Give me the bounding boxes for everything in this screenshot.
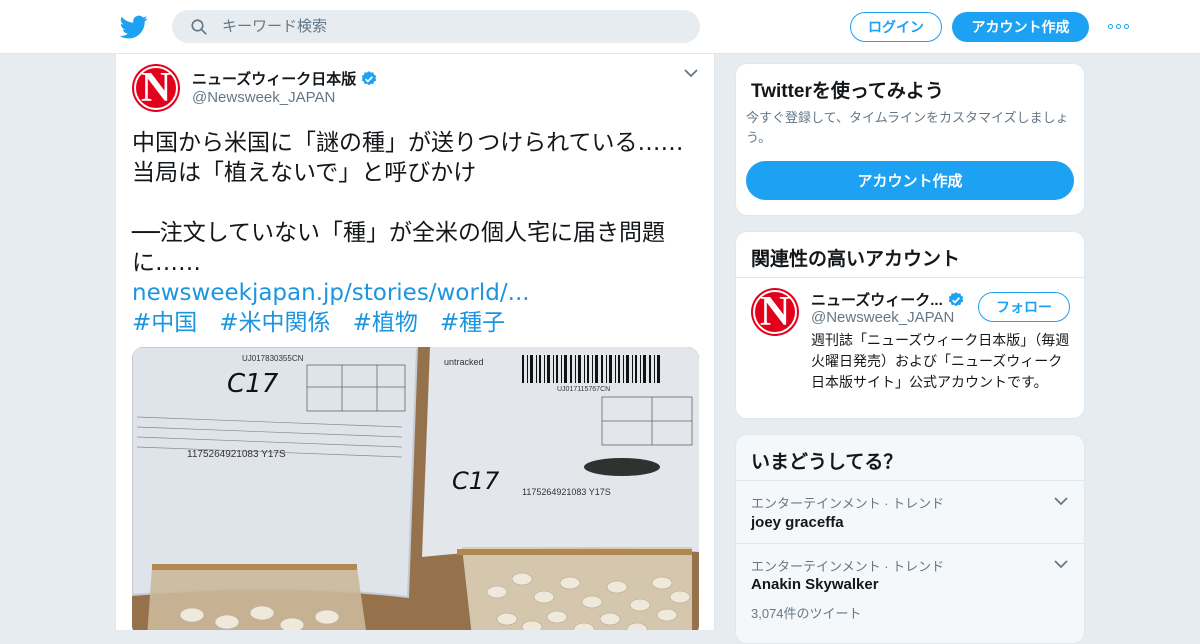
avatar[interactable]: N (751, 288, 799, 336)
relevant-accounts-card: 関連性の高いアカウント N ニューズウィーク... @Newsweek_JAPA… (735, 231, 1085, 419)
avatar[interactable]: N (132, 64, 180, 112)
account-name-text: ニューズウィーク... (811, 292, 943, 309)
account-bio: 週刊誌「ニューズウィーク日本版」（毎週火曜日発売）および「ニューズウィーク日本版… (811, 333, 1070, 391)
tweet-text-line: ──注文していない「種」が全米の個人宅に届き問題 (132, 220, 666, 246)
tweet-author-handle[interactable]: @Newsweek_JAPAN (192, 89, 335, 106)
card-title: いまどうしてる？ (751, 452, 903, 473)
verified-badge-icon (948, 291, 963, 306)
top-navigation-bar: ログイン アカウント作成 (0, 0, 1200, 54)
right-header: untracked (444, 357, 484, 367)
handwritten-label: C17 (227, 369, 279, 399)
tweet-text-line: 当局は「植えないで」と呼びかけ (132, 160, 477, 186)
tweet-card: N ニューズウィーク日本版 @Newsweek_JAPAN 中国から米国に「謎の… (115, 54, 715, 630)
twitter-bird-icon[interactable] (120, 13, 148, 41)
search-input[interactable] (222, 18, 682, 35)
login-button[interactable]: ログイン (850, 12, 942, 42)
card-title: 関連性の高いアカウント (751, 249, 961, 270)
seed-packets-photo: UJ017830355CN C17 1175264921083 Y17S unt… (132, 347, 699, 630)
more-dots-icon[interactable] (1108, 24, 1129, 29)
card-subtitle: 今すぐ登録して、タイムラインをカスタマイズしましょう。 (746, 110, 1069, 145)
hashtag[interactable]: #米中関係 (219, 308, 330, 338)
search-icon (191, 18, 207, 35)
right-tracking: UJ017115767CN (557, 386, 610, 393)
account-handle[interactable]: @Newsweek_JAPAN (811, 309, 954, 326)
tweet-text-line: に…… (132, 250, 201, 276)
follow-button[interactable]: フォロー (978, 292, 1070, 322)
hashtag-list: #中国 #米中関係 #植物 #種子 (132, 308, 702, 338)
divider (736, 277, 1084, 278)
verified-badge-icon (362, 70, 377, 85)
trend-name: joey graceffa (751, 514, 844, 531)
tweet-text: 中国から米国に「謎の種」が送りつけられている…… 当局は「植えないで」と呼びかけ… (132, 128, 702, 338)
signup-button[interactable]: アカウント作成 (952, 12, 1089, 42)
handwritten-label-right: C17 (452, 467, 500, 495)
barcode-number: 1175264921083 Y17S (187, 449, 286, 460)
trend-tweet-count: 3,074件のツイート (751, 606, 862, 621)
trend-item[interactable]: エンターテインメント · トレンド joey graceffa (736, 480, 1084, 543)
signup-prompt-card: Twitterを使ってみよう 今すぐ登録して、タイムラインをカスタマイズしましょ… (735, 63, 1085, 216)
trend-item[interactable]: エンターテインメント · トレンド Anakin Skywalker 3,074… (736, 543, 1084, 633)
account-name[interactable]: ニューズウィーク... (811, 289, 965, 310)
left-tracking: UJ017830355CN (242, 354, 304, 363)
chevron-down-icon[interactable] (1054, 496, 1068, 506)
tweet-text-line: 中国から米国に「謎の種」が送りつけられている…… (132, 130, 684, 156)
tweet-link[interactable]: newsweekjapan.jp/stories/world/... (132, 278, 702, 308)
chevron-down-icon[interactable] (1054, 559, 1068, 569)
barcode-number-right: 1175264921083 Y17S (522, 487, 611, 497)
create-account-button[interactable]: アカウント作成 (746, 161, 1074, 200)
trend-name: Anakin Skywalker (751, 576, 879, 593)
card-title: Twitterを使ってみよう (751, 81, 944, 102)
tweet-author-name[interactable]: ニューズウィーク日本版 (192, 68, 378, 89)
hashtag[interactable]: #種子 (440, 308, 505, 338)
trend-category: エンターテインメント · トレンド (751, 496, 945, 511)
search-box[interactable] (172, 10, 700, 43)
trends-card: いまどうしてる？ エンターテインメント · トレンド joey graceffa… (735, 434, 1085, 644)
trend-category: エンターテインメント · トレンド (751, 559, 945, 574)
hashtag[interactable]: #植物 (353, 308, 418, 338)
chevron-down-icon[interactable] (684, 68, 698, 78)
tweet-photo[interactable]: UJ017830355CN C17 1175264921083 Y17S unt… (132, 347, 699, 630)
hashtag[interactable]: #中国 (132, 308, 197, 338)
author-name-text: ニューズウィーク日本版 (192, 71, 357, 88)
